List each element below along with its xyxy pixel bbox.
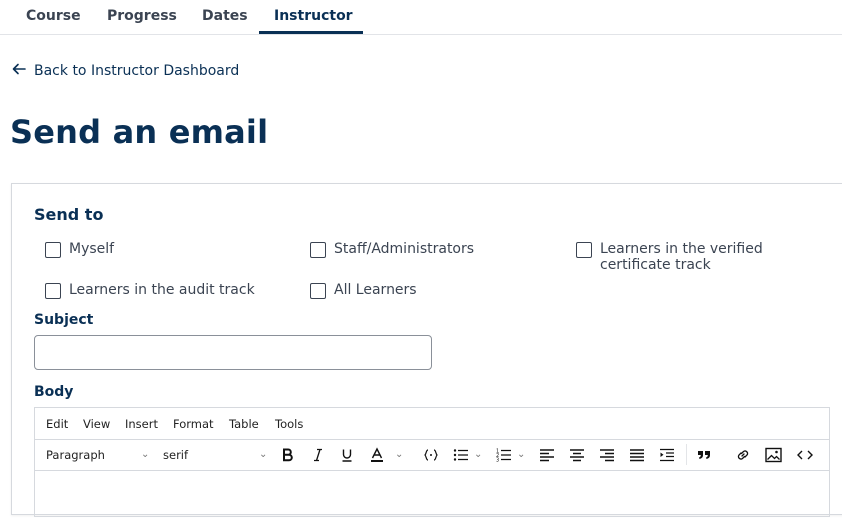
chevron-down-icon: ⌄ — [517, 449, 526, 460]
bullet-list-icon[interactable] — [453, 439, 469, 470]
block-format-value: Paragraph — [46, 447, 105, 462]
text-color-icon[interactable] — [369, 439, 385, 470]
link-icon[interactable] — [735, 439, 751, 470]
chevron-down-icon: ⌄ — [474, 449, 483, 460]
chevron-down-icon: ⌄ — [395, 449, 404, 460]
align-right-icon[interactable] — [599, 439, 615, 470]
numbered-list-icon[interactable]: 123 — [496, 439, 512, 470]
checkbox-box[interactable] — [45, 283, 61, 299]
checkbox-box[interactable] — [45, 242, 61, 258]
recipient-staff-checkbox[interactable]: Staff/Administrators — [310, 241, 474, 258]
back-to-dashboard-link[interactable]: Back to Instructor Dashboard — [12, 62, 239, 80]
image-icon[interactable] — [765, 439, 782, 470]
underline-icon[interactable] — [340, 439, 354, 470]
font-family-select[interactable]: serif — [163, 439, 263, 470]
recipient-label: All Learners — [334, 282, 417, 298]
body-editor: Edit View Insert Format Table Tools Para… — [34, 407, 830, 517]
chevron-down-icon: ⌄ — [259, 449, 268, 460]
menu-insert[interactable]: Insert — [125, 417, 158, 431]
toolbar-divider — [686, 444, 687, 465]
menu-table[interactable]: Table — [229, 417, 259, 431]
tab-progress[interactable]: Progress — [107, 8, 177, 24]
menu-edit[interactable]: Edit — [46, 417, 68, 431]
recipient-myself-checkbox[interactable]: Myself — [45, 241, 114, 258]
editor-menubar: Edit View Insert Format Table Tools — [35, 408, 829, 440]
arrow-left-icon — [12, 62, 26, 80]
active-tab-indicator — [259, 31, 363, 34]
checkbox-box[interactable] — [310, 283, 326, 299]
recipient-audit-checkbox[interactable]: Learners in the audit track — [45, 282, 255, 299]
font-family-value: serif — [163, 447, 189, 462]
menu-tools[interactable]: Tools — [275, 417, 303, 431]
recipient-label-line2: certificate track — [600, 257, 711, 273]
editor-toolbar: Paragraph ⌄ serif ⌄ ⌄ ⌄ 123 ⌄ — [35, 439, 829, 471]
align-left-icon[interactable] — [539, 439, 555, 470]
checkbox-box[interactable] — [310, 242, 326, 258]
page-title: Send an email — [10, 113, 269, 151]
recipient-all-checkbox[interactable]: All Learners — [310, 282, 417, 299]
source-code-icon[interactable] — [797, 439, 813, 470]
recipient-label: Myself — [69, 241, 115, 257]
editor-content-area[interactable] — [35, 470, 829, 518]
back-link-label: Back to Instructor Dashboard — [34, 63, 240, 79]
subject-input[interactable] — [34, 335, 432, 370]
tab-dates[interactable]: Dates — [202, 8, 248, 24]
bold-icon[interactable] — [281, 439, 295, 470]
recipient-label-line1: Learners in the verified — [600, 241, 763, 257]
svg-text:3: 3 — [496, 457, 499, 462]
menu-view[interactable]: View — [83, 417, 110, 431]
chevron-down-icon: ⌄ — [141, 449, 150, 460]
menu-format[interactable]: Format — [173, 417, 214, 431]
blockquote-icon[interactable] — [697, 439, 711, 470]
course-tabs: Course Progress Dates Instructor — [0, 0, 842, 35]
recipient-label: Learners in the audit track — [69, 282, 255, 298]
body-label: Body — [34, 384, 74, 400]
recipient-label: Learners in the verified certificate tra… — [600, 241, 763, 273]
align-justify-icon[interactable] — [629, 439, 645, 470]
recipient-verified-checkbox[interactable]: Learners in the verified certificate tra… — [576, 241, 763, 273]
tab-course[interactable]: Course — [26, 8, 81, 24]
code-sample-icon[interactable] — [423, 439, 439, 470]
subject-label: Subject — [34, 312, 94, 328]
italic-icon[interactable] — [311, 439, 325, 470]
block-format-select[interactable]: Paragraph — [46, 439, 156, 470]
checkbox-box[interactable] — [576, 242, 592, 258]
indent-icon[interactable] — [659, 439, 675, 470]
tab-instructor[interactable]: Instructor — [274, 8, 353, 24]
send-to-heading: Send to — [34, 205, 104, 224]
align-center-icon[interactable] — [569, 439, 585, 470]
recipient-label: Staff/Administrators — [334, 241, 475, 257]
